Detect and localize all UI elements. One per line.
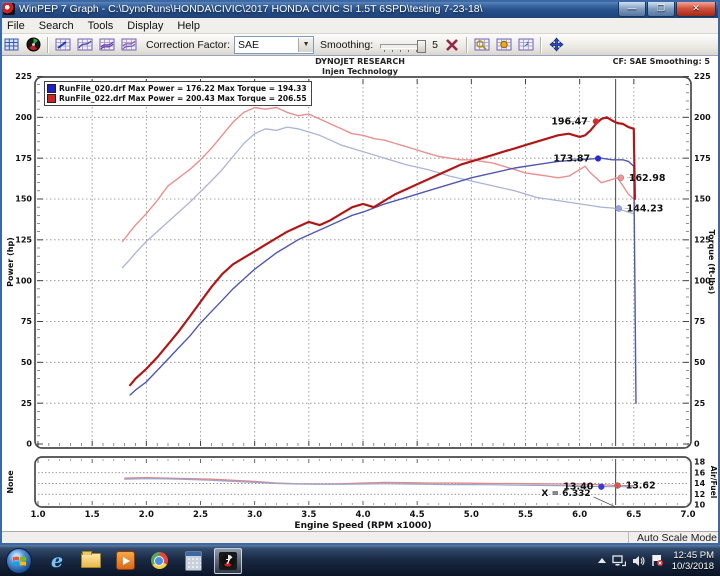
svg-text:0: 0 <box>26 440 32 449</box>
svg-text:196.47: 196.47 <box>551 116 588 127</box>
taskbar: e 7 12:45 PM 10/3/2018 <box>0 545 720 576</box>
svg-text:100: 100 <box>15 276 32 285</box>
run-legend[interactable]: RunFile_020.drf Max Power = 176.22 Max T… <box>44 81 312 106</box>
taskbar-ie-icon[interactable]: e <box>44 549 70 573</box>
scale-mode-status: Auto Scale Mode <box>628 532 717 545</box>
legend-color-chip <box>47 83 56 93</box>
svg-text:4.0: 4.0 <box>355 510 370 520</box>
svg-text:12: 12 <box>694 490 705 499</box>
action-center-flag-icon[interactable] <box>651 554 663 567</box>
clock-time: 12:45 PM <box>673 549 714 561</box>
svg-text:4.5: 4.5 <box>410 510 425 520</box>
svg-text:6.5: 6.5 <box>626 510 641 520</box>
svg-text:5.0: 5.0 <box>464 510 479 520</box>
correction-smoothing-readout: CF: SAE Smoothing: 5 <box>612 57 710 66</box>
svg-text:162.98: 162.98 <box>629 173 666 184</box>
show-hidden-icons-arrow-icon[interactable] <box>597 558 606 563</box>
svg-text:3.5: 3.5 <box>301 510 316 520</box>
svg-text:75: 75 <box>21 317 33 326</box>
taskbar-media-player-icon[interactable] <box>112 549 138 573</box>
svg-text:1.5: 1.5 <box>85 510 100 520</box>
volume-icon[interactable] <box>632 555 645 567</box>
svg-text:0: 0 <box>694 440 700 449</box>
svg-text:75: 75 <box>694 317 706 326</box>
svg-text:175: 175 <box>694 154 711 163</box>
clock-date: 10/3/2018 <box>671 560 714 572</box>
svg-text:200: 200 <box>694 113 711 122</box>
svg-text:144.23: 144.23 <box>627 203 664 214</box>
svg-text:7: 7 <box>226 557 231 565</box>
taskbar-clock[interactable]: 12:45 PM 10/3/2018 <box>672 550 714 572</box>
svg-text:150: 150 <box>694 195 711 204</box>
svg-text:13.62: 13.62 <box>626 481 656 492</box>
svg-text:Power (hp): Power (hp) <box>6 237 15 287</box>
chart-subtitle: Injen Technology <box>322 66 398 76</box>
legend-label: RunFile_020.drf Max Power = 176.22 Max T… <box>59 83 307 93</box>
svg-text:16: 16 <box>694 468 706 477</box>
network-icon[interactable] <box>612 554 626 567</box>
desktop-screen: WinPEP 7 Graph - C:\DynoRuns\HONDA\CIVIC… <box>0 0 720 576</box>
svg-text:7.0: 7.0 <box>680 510 695 520</box>
svg-text:14: 14 <box>694 479 706 488</box>
taskbar-chrome-icon[interactable] <box>146 549 172 573</box>
legend-row: RunFile_022.drf Max Power = 200.43 Max T… <box>47 93 307 103</box>
svg-text:2.5: 2.5 <box>193 510 208 520</box>
svg-text:173.87: 173.87 <box>553 153 590 164</box>
svg-text:2.0: 2.0 <box>139 510 154 520</box>
svg-text:10: 10 <box>694 501 706 510</box>
svg-text:175: 175 <box>15 154 32 163</box>
svg-text:X = 6.332: X = 6.332 <box>541 489 590 499</box>
svg-text:5.5: 5.5 <box>518 510 533 520</box>
svg-text:6.0: 6.0 <box>572 510 587 520</box>
legend-label: RunFile_022.drf Max Power = 200.43 Max T… <box>59 93 307 103</box>
svg-text:Engine Speed (RPM x1000): Engine Speed (RPM x1000) <box>294 521 431 531</box>
taskbar-explorer-icon[interactable] <box>78 549 104 573</box>
svg-text:18: 18 <box>694 458 706 467</box>
svg-text:None: None <box>6 470 15 494</box>
svg-text:Torque (ft-lbs): Torque (ft-lbs) <box>707 230 716 295</box>
svg-text:200: 200 <box>15 113 32 122</box>
svg-text:3.0: 3.0 <box>247 510 262 520</box>
svg-text:125: 125 <box>15 236 32 245</box>
start-button[interactable] <box>6 547 32 574</box>
svg-text:25: 25 <box>21 399 33 408</box>
status-bar: Auto Scale Mode <box>0 531 720 546</box>
legend-color-chip <box>47 93 56 103</box>
svg-text:50: 50 <box>694 358 706 367</box>
system-tray: 12:45 PM 10/3/2018 <box>595 545 718 576</box>
legend-row: RunFile_020.drf Max Power = 176.22 Max T… <box>47 83 307 93</box>
svg-text:25: 25 <box>694 399 706 408</box>
svg-text:Air/Fuel: Air/Fuel <box>709 466 718 499</box>
svg-text:50: 50 <box>21 358 33 367</box>
taskbar-winpep-icon[interactable]: 7 <box>214 547 242 574</box>
taskbar-calculator-icon[interactable] <box>180 549 206 573</box>
svg-text:1.0: 1.0 <box>30 510 45 520</box>
svg-text:150: 150 <box>15 195 32 204</box>
